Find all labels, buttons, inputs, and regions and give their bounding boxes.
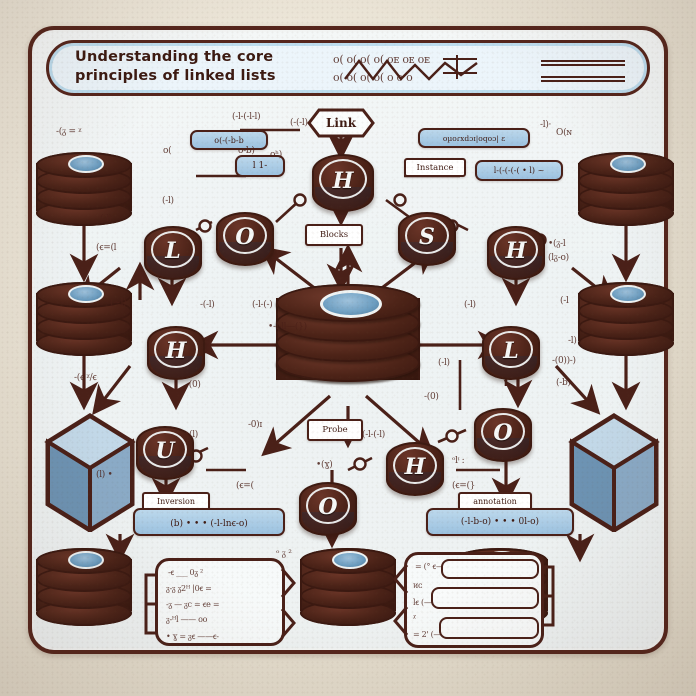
- annotation-32: (ꞓ=(: [236, 481, 254, 491]
- annotation-23: (-b): [556, 378, 571, 388]
- annotation-3: o(: [163, 146, 172, 156]
- annotation-18: (-l: [560, 296, 569, 306]
- annotation-25: -(0): [424, 392, 439, 402]
- annotation-34: ᵒ ᵹ ²: [276, 549, 292, 559]
- annotation-19: -(ꞓ ᵡ/ꞓ: [74, 373, 97, 383]
- annotation-31: (ꞓ=(}: [452, 481, 476, 491]
- annotation-28: (-l-(-l): [362, 430, 386, 440]
- page-title-line1: Understanding the core: [75, 49, 274, 65]
- banner-scribble-marks: o( o( o( o( oᴇ oᴇ oᴇ o( o( o( o( o o o: [333, 47, 633, 93]
- annotation-26: •(l): [184, 430, 199, 440]
- annotation-22: -(0))-): [552, 356, 576, 366]
- annotation-2: (-(-l): [290, 118, 308, 128]
- annotation-16: •-l-ll—(}): [268, 322, 307, 332]
- annotation-13: -(-l): [200, 300, 215, 310]
- annotation-12: (lᵹ-o): [548, 253, 569, 263]
- annotation-7: O(ɴ: [556, 128, 572, 138]
- annotation-29: •(ɣ): [316, 460, 333, 470]
- annotation-8: -l)·: [540, 120, 552, 130]
- page-title-line2: principles of linked lists: [75, 68, 276, 84]
- annotation-1: (-l-(-l-l): [232, 112, 261, 122]
- annotation-11: •(ᵹ-l: [548, 239, 566, 249]
- annotation-20: -(0): [186, 380, 201, 390]
- annotation-9: (-l): [100, 214, 112, 224]
- annotation-5: (-l): [162, 196, 174, 206]
- annotation-10: (ꞓ=(l: [96, 243, 117, 253]
- annotation-4: o-b): [238, 146, 255, 156]
- annotation-15: (-l-(-): [252, 300, 273, 310]
- header-banner: Understanding the core principles of lin…: [46, 40, 650, 96]
- annotation-30: ᵒlᵎ :: [452, 456, 465, 466]
- annotation-21: -l): [568, 336, 577, 346]
- annotation-6: oʰ): [270, 150, 282, 160]
- annotation-33: (l) •: [96, 470, 113, 480]
- annotation-17: (-l): [464, 300, 476, 310]
- annotation-14: (~l): [110, 298, 127, 308]
- annotation-0: -(ᵹ = ᵡ: [56, 127, 82, 137]
- illustration-canvas: Understanding the core principles of lin…: [0, 0, 696, 696]
- annotation-24: (-l): [438, 358, 450, 368]
- annotation-27: -0)ɪ: [248, 420, 262, 430]
- page-title: Understanding the core principles of lin…: [75, 48, 325, 86]
- annotation-layer: -(ᵹ = ᵡ (-l-(-l-l) (-(-l) o(o-b) (-l) oʰ) O(ɴ -…: [0, 0, 696, 696]
